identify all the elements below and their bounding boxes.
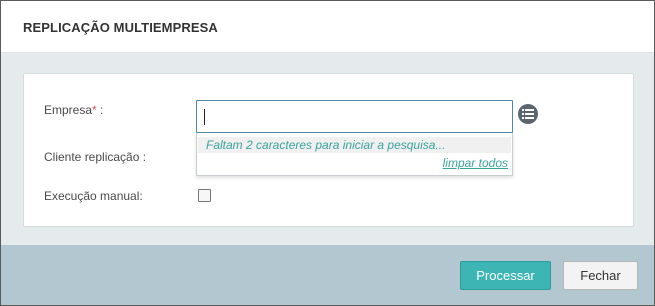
form-card: Empresa* : Faltam 2 caracteres para inic…: [23, 73, 634, 227]
search-dropdown: Faltam 2 caracteres para iniciar a pesqu…: [196, 133, 513, 176]
text-caret: [204, 109, 205, 125]
execucao-manual-label: Execução manual:: [44, 189, 143, 203]
cliente-replicacao-label: Cliente replicação :: [44, 150, 147, 164]
modal-header: REPLICAÇÃO MULTIEMPRESA: [1, 1, 654, 53]
dialog-title: REPLICAÇÃO MULTIEMPRESA: [23, 20, 218, 35]
modal-dialog: REPLICAÇÃO MULTIEMPRESA Empresa* : Falta…: [0, 0, 655, 306]
empresa-input[interactable]: [197, 101, 512, 132]
close-button[interactable]: Fechar: [563, 261, 638, 290]
empresa-label: Empresa* :: [44, 103, 103, 117]
list-icon: [522, 109, 534, 119]
process-button[interactable]: Processar: [460, 261, 551, 290]
modal-footer: Processar Fechar: [1, 245, 654, 305]
empresa-field[interactable]: [196, 100, 513, 133]
clear-all-link[interactable]: limpar todos: [443, 156, 508, 170]
empresa-label-suffix: :: [96, 103, 104, 117]
modal-body: Empresa* : Faltam 2 caracteres para inic…: [1, 53, 654, 245]
list-button[interactable]: [518, 104, 538, 124]
search-hint: Faltam 2 caracteres para iniciar a pesqu…: [198, 137, 511, 153]
empresa-label-text: Empresa: [44, 103, 93, 117]
execucao-manual-checkbox[interactable]: [198, 189, 211, 202]
